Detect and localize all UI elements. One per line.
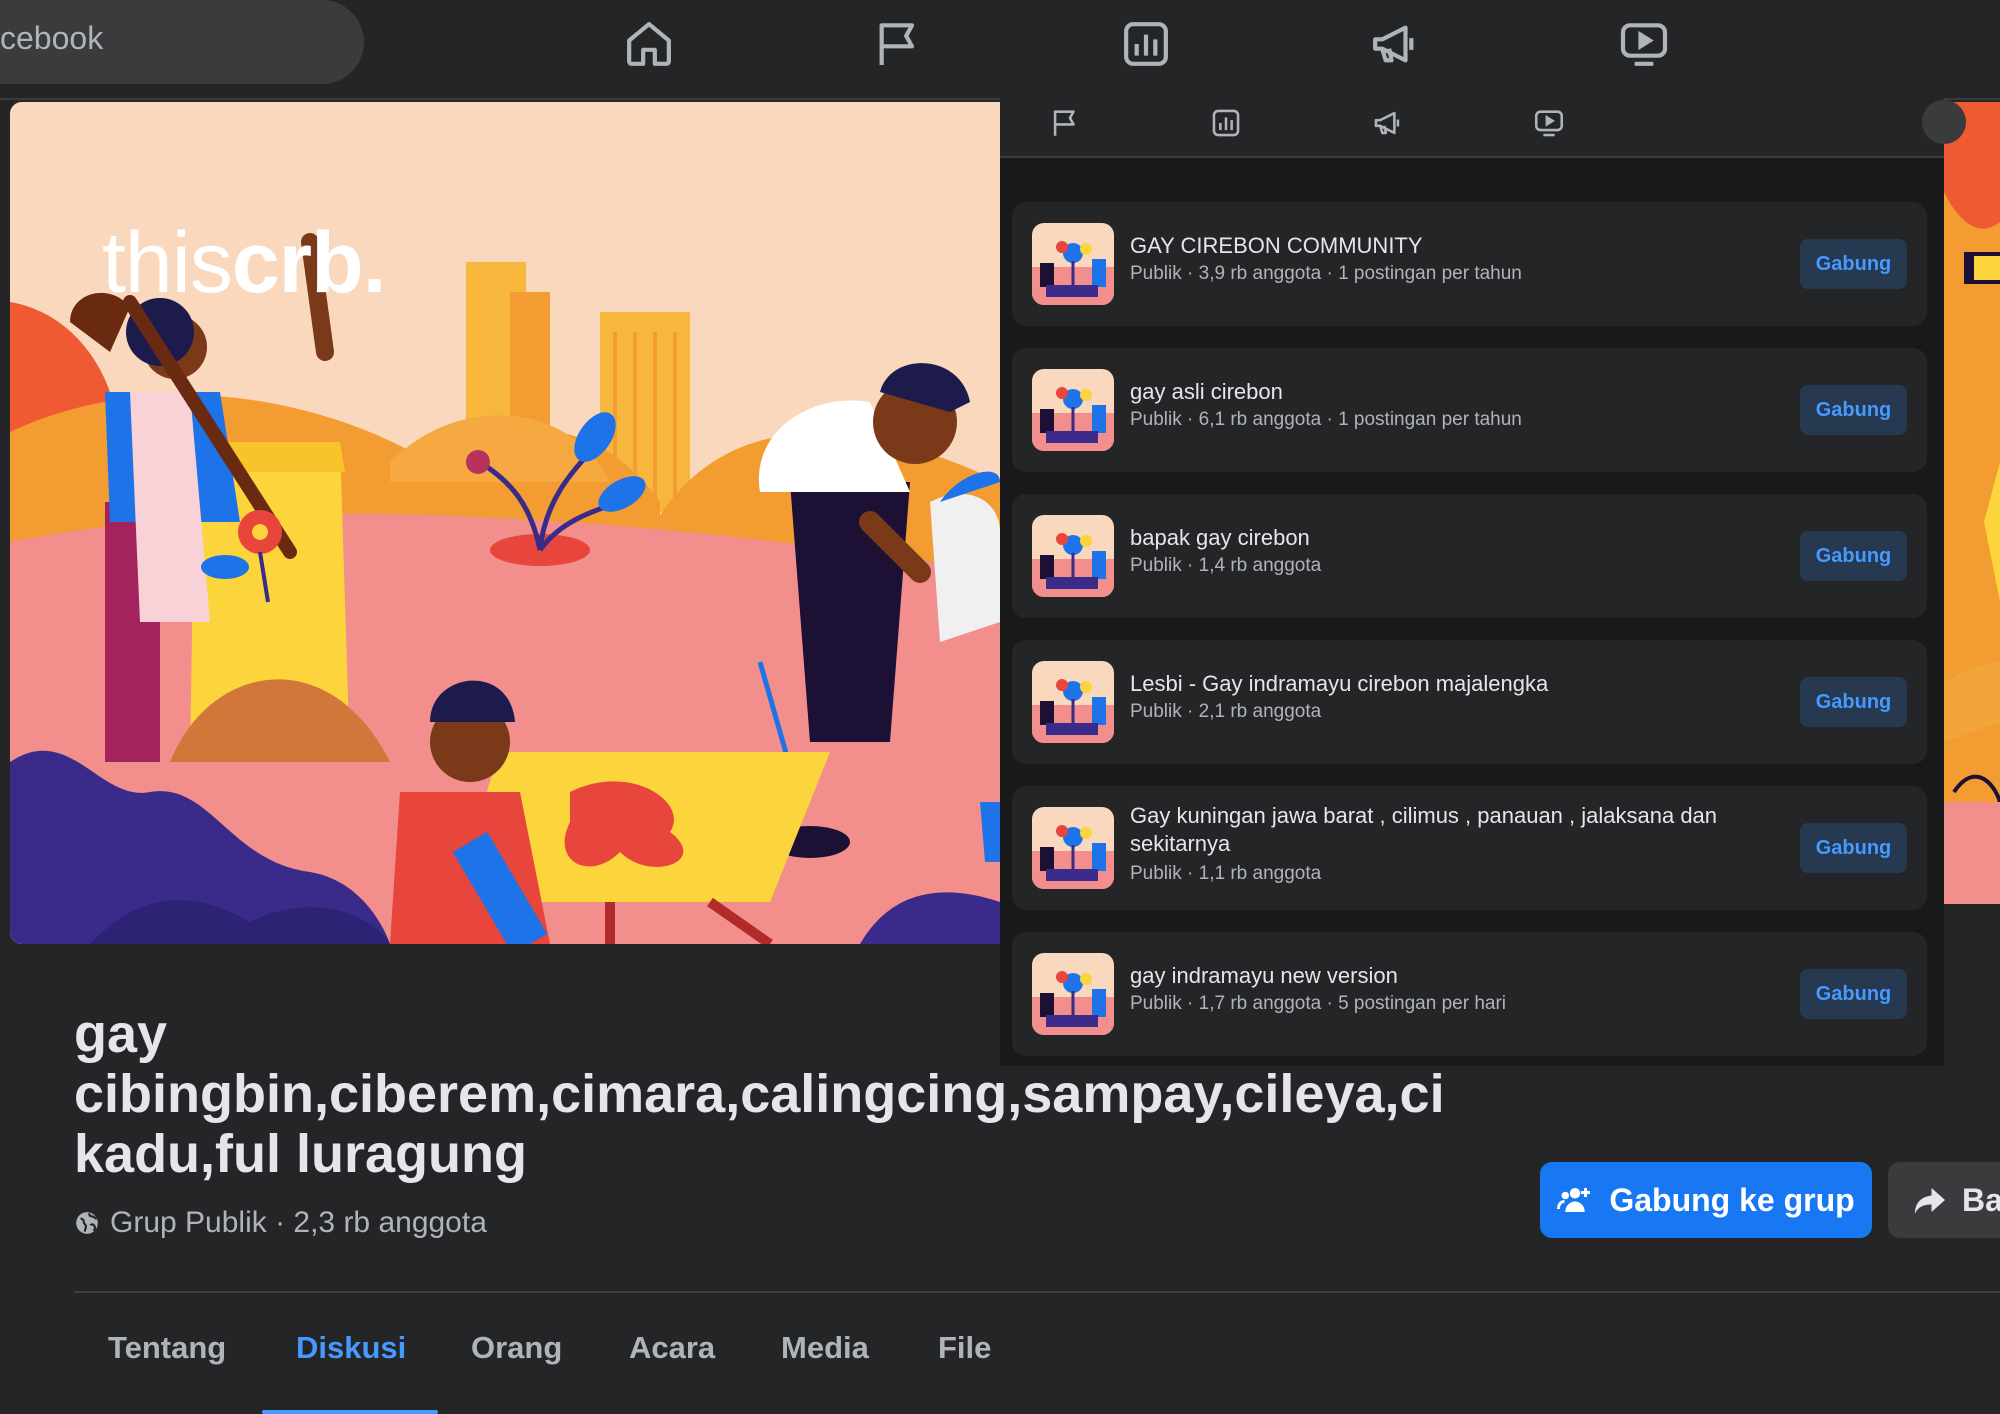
top-navigation-bar: cebook (0, 0, 2000, 100)
tab-diskusi[interactable]: Diskusi (296, 1330, 406, 1366)
cover-edge-peek (1944, 102, 2000, 904)
suggested-group-card[interactable]: gay asli cirebon Publik · 6,1 rb anggota… (1012, 348, 1927, 472)
search-input[interactable]: cebook (0, 0, 364, 84)
suggested-group-card[interactable]: GAY CIREBON COMMUNITY Publik · 3,9 rb an… (1012, 202, 1927, 326)
group-name[interactable]: bapak gay cirebon (1130, 524, 1757, 552)
share-icon (1915, 1188, 1945, 1214)
join-button[interactable]: Gabung (1800, 531, 1907, 581)
suggested-groups-panel: GAY CIREBON COMMUNITY Publik · 3,9 rb an… (1000, 98, 1966, 1066)
share-button[interactable]: Ba (1888, 1162, 2000, 1238)
group-name[interactable]: gay asli cirebon (1130, 378, 1757, 406)
divider (74, 1291, 2000, 1293)
group-name[interactable]: gay indramayu new version (1130, 962, 1757, 990)
group-title-line: cibingbin,ciberem,cimara,calingcing,samp… (74, 1064, 1445, 1124)
join-group-label: Gabung ke grup (1609, 1181, 1855, 1218)
flag-icon[interactable] (870, 16, 926, 72)
home-icon[interactable] (621, 16, 677, 72)
watermark-light: this (102, 215, 233, 311)
join-group-button[interactable]: Gabung ke grup (1540, 1162, 1872, 1238)
group-name[interactable]: GAY CIREBON COMMUNITY (1130, 232, 1757, 260)
search-text: cebook (0, 20, 104, 56)
group-title-line: kadu,ful luragung (74, 1124, 527, 1184)
people-add-icon (1557, 1188, 1591, 1212)
group-meta: Publik · 1,1 rb anggota (1130, 863, 1322, 884)
join-button[interactable]: Gabung (1800, 969, 1907, 1019)
join-button[interactable]: Gabung (1800, 239, 1907, 289)
group-name[interactable]: Gay kuningan jawa barat , cilimus , pana… (1130, 802, 1757, 858)
group-thumbnail (1032, 807, 1114, 889)
group-meta: Publik · 6,1 rb anggota · 1 postingan pe… (1130, 409, 1522, 430)
group-cover-photo: thiscrb. (10, 102, 1000, 944)
group-meta: Publik · 3,9 rb anggota · 1 postingan pe… (1130, 263, 1522, 284)
tab-acara[interactable]: Acara (629, 1330, 715, 1366)
group-thumbnail (1032, 369, 1114, 451)
megaphone-icon[interactable] (1371, 106, 1405, 140)
group-thumbnail (1032, 515, 1114, 597)
chart-icon[interactable] (1118, 16, 1174, 72)
watermark-bold: crb. (231, 215, 387, 311)
group-meta: Publik · 2,1 rb anggota (1130, 701, 1322, 722)
suggested-group-card[interactable]: Gay kuningan jawa barat , cilimus , pana… (1012, 786, 1927, 910)
group-thumbnail (1032, 661, 1114, 743)
profile-avatar[interactable] (1922, 100, 1966, 144)
share-label: Ba (1962, 1181, 2000, 1218)
active-tab-indicator (262, 1410, 438, 1414)
tab-orang[interactable]: Orang (471, 1330, 562, 1366)
group-thumbnail (1032, 223, 1114, 305)
tab-tentang[interactable]: Tentang (108, 1330, 226, 1366)
tab-file[interactable]: File (938, 1330, 991, 1366)
join-button[interactable]: Gabung (1800, 677, 1907, 727)
group-name[interactable]: Lesbi - Gay indramayu cirebon majalengka (1130, 670, 1757, 698)
suggested-group-card[interactable]: Lesbi - Gay indramayu cirebon majalengka… (1012, 640, 1927, 764)
video-icon[interactable] (1532, 106, 1566, 140)
group-privacy-meta: Grup Publik · 2,3 rb anggota (74, 1206, 487, 1240)
chart-icon[interactable] (1209, 106, 1243, 140)
flag-icon[interactable] (1048, 106, 1082, 140)
megaphone-icon[interactable] (1367, 16, 1423, 72)
join-button[interactable]: Gabung (1800, 385, 1907, 435)
globe-icon (74, 1210, 100, 1236)
group-title-line: gay (74, 1004, 168, 1064)
video-icon[interactable] (1616, 16, 1672, 72)
group-meta: Publik · 1,4 rb anggota (1130, 555, 1322, 576)
join-button[interactable]: Gabung (1800, 823, 1907, 873)
panel-icon-bar (1000, 98, 1966, 158)
tab-media[interactable]: Media (781, 1330, 869, 1366)
group-meta-text: Grup Publik · 2,3 rb anggota (110, 1206, 487, 1239)
group-title: gay cibingbin,ciberem,cimara,calingcing,… (74, 1004, 1574, 1184)
watermark: thiscrb. (102, 214, 387, 313)
suggested-group-card[interactable]: bapak gay cirebon Publik · 1,4 rb anggot… (1012, 494, 1927, 618)
